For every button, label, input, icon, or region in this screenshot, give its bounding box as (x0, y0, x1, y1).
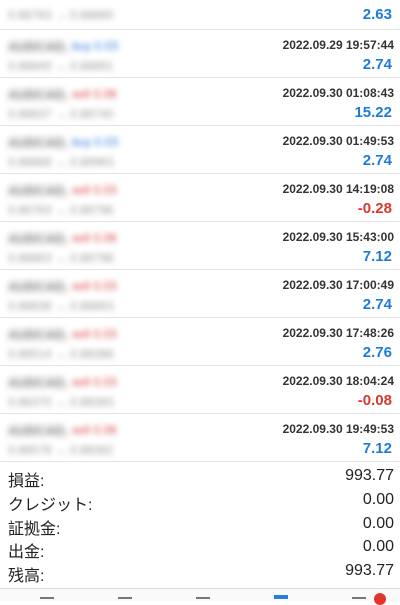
close-time: 2022.09.30 17:48:26 (282, 326, 394, 340)
balance-value: 993.77 (345, 562, 394, 580)
summary-margin-row: 証拠金: 0.00 (0, 512, 400, 538)
trade-type-volume: sell 0.03 (72, 183, 117, 197)
close-time: 2022.09.30 01:49:53 (282, 134, 394, 148)
trade-profit: 7.12 (362, 248, 392, 265)
summary-withdrawal-row: 出金: 0.00 (0, 535, 400, 561)
history-row[interactable]: 0.88783 → 0.88880 2.63 (0, 0, 400, 30)
trade-type-volume: buy 0.03 (72, 135, 119, 149)
history-row[interactable]: AUDCAD, sell 0.03 0.88514 → 0.88388 2022… (0, 318, 400, 366)
trade-symbol: AUDCAD, (8, 135, 68, 150)
trade-symbol: AUDCAD, (8, 375, 68, 390)
trade-symbol: AUDCAD, (8, 327, 68, 342)
trade-profit: 2.74 (362, 296, 392, 313)
history-row[interactable]: AUDCAD, buy 0.03 0.88868 → 0.88963 2022.… (0, 126, 400, 174)
open-close-prices: 0.88578 → 0.88382 (8, 443, 114, 457)
trade-profit: 2.74 (362, 56, 392, 73)
open-close-prices: 0.88868 → 0.88963 (8, 155, 114, 169)
close-time: 2022.09.29 19:57:44 (282, 38, 394, 52)
history-row[interactable]: AUDCAD, sell 0.08 0.88578 → 0.88382 2022… (0, 414, 400, 462)
profit-value: 993.77 (345, 467, 394, 484)
open-close-prices: 0.88370 → 0.88383 (8, 395, 114, 409)
open-close-prices: 0.88514 → 0.88388 (8, 347, 114, 361)
account-summary: 損益: 993.77 クレジット: 0.00 証拠金: 0.00 出金: 0.0… (0, 464, 400, 586)
trade-type-volume: sell 0.03 (72, 327, 117, 341)
history-row[interactable]: AUDCAD, sell 0.03 0.88370 → 0.88383 2022… (0, 366, 400, 414)
open-close-prices: 0.88863 → 0.88798 (8, 251, 114, 265)
trade-type-volume: sell 0.08 (72, 423, 117, 437)
history-row[interactable]: AUDCAD, sell 0.08 0.88837 → 0.88740 2022… (0, 78, 400, 126)
history-row[interactable]: AUDCAD, sell 0.08 0.88863 → 0.88798 2022… (0, 222, 400, 270)
open-close-prices: 0.88837 → 0.88740 (8, 107, 114, 121)
trade-profit: 2.63 (362, 6, 392, 23)
trade-type-volume: sell 0.03 (72, 279, 117, 293)
margin-value: 0.00 (362, 514, 394, 532)
summary-balance-row: 残高: 993.77 (0, 559, 400, 586)
open-close-prices: 0.88783 → 0.88796 (8, 203, 114, 217)
trade-symbol: AUDCAD, (8, 39, 68, 54)
trade-type-volume: buy 0.03 (72, 39, 119, 53)
trade-symbol: AUDCAD, (8, 231, 68, 246)
close-time: 2022.09.30 18:04:24 (282, 374, 394, 388)
trade-symbol: AUDCAD, (8, 279, 68, 294)
credit-value: 0.00 (362, 490, 394, 508)
trade-profit: 2.76 (362, 344, 392, 361)
trade-profit: -0.08 (357, 392, 392, 409)
trade-profit: 2.74 (362, 152, 392, 169)
trade-symbol: AUDCAD, (8, 87, 68, 102)
history-row[interactable]: AUDCAD, buy 0.03 0.88840 → 0.88891 2022.… (0, 30, 400, 78)
trade-type-volume: sell 0.08 (72, 231, 117, 245)
close-time: 2022.09.30 17:00:49 (282, 278, 394, 292)
trade-symbol: AUDCAD, (8, 423, 68, 438)
open-close-prices: 0.88840 → 0.88891 (8, 59, 114, 73)
open-close-prices: 0.88783 → 0.88880 (8, 8, 114, 22)
trade-history-list: 0.88783 → 0.88880 2.63 AUDCAD, buy 0.03 … (0, 0, 400, 462)
summary-profit-row: 損益: 993.77 (0, 464, 400, 490)
close-time: 2022.09.30 14:19:08 (282, 182, 394, 196)
history-row[interactable]: AUDCAD, sell 0.03 0.88783 → 0.88796 2022… (0, 174, 400, 222)
history-row[interactable]: AUDCAD, sell 0.03 0.88838 → 0.88863 2022… (0, 270, 400, 318)
close-time: 2022.09.30 19:49:53 (282, 422, 394, 436)
trade-profit: 15.22 (354, 104, 392, 121)
trade-profit: -0.28 (357, 200, 392, 217)
close-time: 2022.09.30 15:43:00 (282, 230, 394, 244)
trade-type-volume: sell 0.08 (72, 87, 117, 101)
bottom-tab-bar (0, 588, 400, 601)
trade-symbol: AUDCAD, (8, 183, 68, 198)
trade-profit: 7.12 (362, 440, 392, 457)
notification-badge (374, 593, 386, 605)
balance-label: 残高: (8, 568, 45, 586)
close-time: 2022.09.30 01:08:43 (282, 86, 394, 100)
open-close-prices: 0.88838 → 0.88863 (8, 299, 114, 313)
summary-credit-row: クレジット: 0.00 (0, 488, 400, 514)
trade-type-volume: sell 0.03 (72, 375, 117, 389)
withdrawal-value: 0.00 (362, 538, 394, 556)
